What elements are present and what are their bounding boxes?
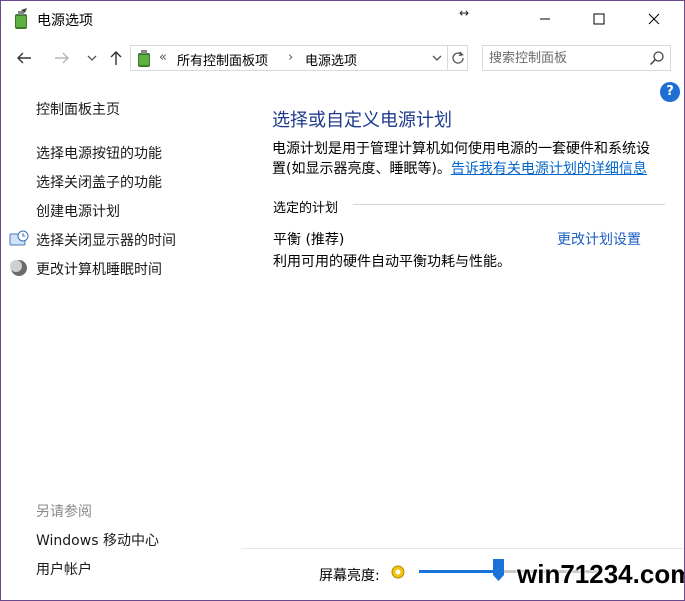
arrow-up-icon bbox=[110, 51, 122, 65]
sidebar-item-power-button[interactable]: 选择电源按钮的功能 bbox=[36, 143, 162, 163]
sidebar-item-lid-close[interactable]: 选择关闭盖子的功能 bbox=[36, 172, 162, 192]
plan-summary: 利用可用的硬件自动平衡功耗与性能。 bbox=[273, 254, 511, 270]
see-also-heading: 另请参阅 bbox=[36, 504, 92, 520]
maximize-button[interactable] bbox=[576, 1, 622, 37]
maximize-icon bbox=[593, 13, 605, 25]
back-button[interactable] bbox=[13, 47, 35, 69]
left-navigation-pane: 控制面板主页 选择电源按钮的功能 选择关闭盖子的功能 创建电源计划 选择关闭显示… bbox=[1, 79, 241, 600]
search-box[interactable] bbox=[482, 45, 671, 71]
breadcrumb-power-options[interactable]: 电源选项 bbox=[305, 50, 357, 69]
power-options-window: 电源选项 ↔ « 所有控制面板项 › 电源选项 搜索控制面板 控制面板主页 选择… bbox=[0, 0, 685, 601]
breadcrumb-separator[interactable]: › bbox=[288, 50, 293, 65]
recent-locations-button[interactable] bbox=[81, 47, 103, 69]
resize-arrows-icon: ↔ bbox=[459, 6, 470, 20]
sidebar-item-sleep-time[interactable]: 更改计算机睡眠时间 bbox=[36, 259, 162, 279]
close-button[interactable] bbox=[631, 1, 677, 37]
up-button[interactable] bbox=[105, 47, 127, 69]
description-text: 置(如显示器亮度、睡眠等)。 bbox=[272, 161, 451, 177]
see-also-mobility-center[interactable]: Windows 移动中心 bbox=[36, 530, 159, 550]
watermark: win71234.com bbox=[517, 559, 685, 589]
chevron-down-icon bbox=[432, 55, 442, 61]
plan-name: 平衡 (推荐) bbox=[273, 232, 345, 248]
address-overflow[interactable]: « bbox=[159, 50, 167, 65]
title-bar[interactable]: 电源选项 ↔ bbox=[1, 1, 684, 37]
change-plan-settings-link[interactable]: 更改计划设置 bbox=[557, 229, 641, 249]
power-battery-icon bbox=[138, 50, 150, 67]
control-panel-home-link[interactable]: 控制面板主页 bbox=[36, 99, 120, 119]
arrow-left-icon bbox=[17, 52, 31, 64]
description-line-2: 置(如显示器亮度、睡眠等)。告诉我有关电源计划的详细信息 bbox=[272, 159, 672, 179]
search-icon[interactable] bbox=[649, 50, 665, 66]
search-input[interactable] bbox=[489, 49, 639, 67]
page-title: 选择或自定义电源计划 bbox=[272, 110, 452, 131]
sidebar-item-create-plan[interactable]: 创建电源计划 bbox=[36, 201, 120, 221]
forward-button[interactable] bbox=[51, 47, 73, 69]
refresh-button[interactable] bbox=[447, 46, 468, 70]
help-icon[interactable]: ? bbox=[660, 82, 680, 102]
moon-icon bbox=[10, 260, 27, 276]
brightness-slider-fill bbox=[419, 570, 498, 573]
description-line-1: 电源计划是用于管理计算机如何使用电源的一套硬件和系统设 bbox=[272, 141, 650, 157]
sidebar-item-display-off[interactable]: 选择关闭显示器的时间 bbox=[36, 230, 176, 250]
power-battery-icon bbox=[15, 8, 27, 29]
selected-plan-heading: 选定的计划 bbox=[273, 201, 339, 216]
address-history-dropdown[interactable] bbox=[429, 49, 445, 67]
window-title: 电源选项 bbox=[37, 13, 93, 29]
navigation-bar: « 所有控制面板项 › 电源选项 bbox=[1, 39, 684, 77]
refresh-icon bbox=[452, 51, 464, 64]
see-also-user-accounts[interactable]: 用户帐户 bbox=[36, 559, 92, 579]
monitor-clock-icon bbox=[9, 230, 29, 246]
close-icon bbox=[648, 13, 660, 25]
section-divider bbox=[353, 204, 665, 205]
learn-more-link[interactable]: 告诉我有关电源计划的详细信息 bbox=[451, 161, 647, 177]
brightness-slider-thumb[interactable] bbox=[493, 559, 504, 581]
arrow-right-icon bbox=[55, 52, 69, 64]
brightness-label: 屏幕亮度: bbox=[319, 568, 380, 584]
address-bar[interactable]: « 所有控制面板项 › 电源选项 bbox=[130, 45, 468, 71]
chevron-down-icon bbox=[87, 55, 97, 61]
plan-description: 电源计划是用于管理计算机如何使用电源的一套硬件和系统设 置(如显示器亮度、睡眠等… bbox=[272, 139, 672, 179]
sun-dim-icon bbox=[391, 565, 405, 579]
minimize-icon bbox=[540, 18, 550, 20]
breadcrumb-all-items[interactable]: 所有控制面板项 bbox=[177, 50, 268, 69]
minimize-button[interactable] bbox=[522, 1, 568, 37]
